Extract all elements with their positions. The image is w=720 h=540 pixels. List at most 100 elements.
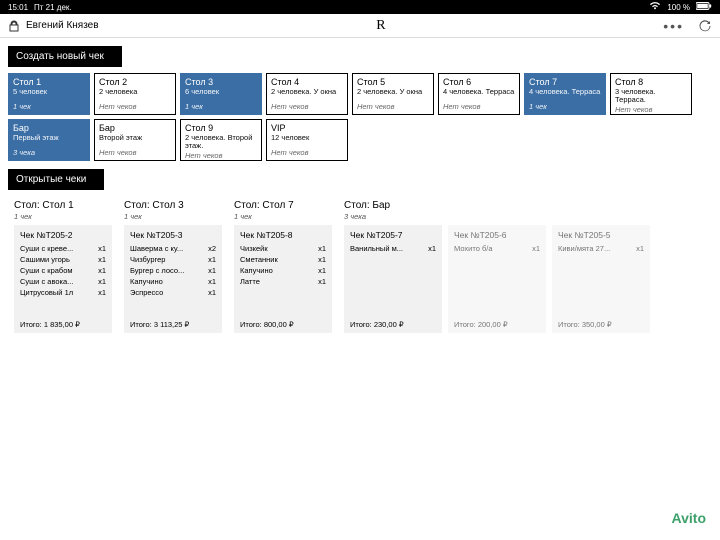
table-sub: Нет чеков (615, 105, 687, 114)
check-item: Суши с авока...x1 (20, 277, 106, 286)
check-card[interactable]: Чек №T205-5Киви/мята 27...x1Итого: 350,0… (552, 225, 650, 333)
check-item: Капучино x1 (130, 277, 216, 286)
section-header-new-check: Создать новый чек (8, 46, 122, 67)
check-item-qty: x2 (208, 244, 216, 253)
table-card[interactable]: Стол 74 человека. Терраса 1 чек (524, 73, 606, 115)
check-group: Стол: Стол 31 чекЧек №T205-3Шаверма с ку… (124, 200, 222, 333)
check-item-name: Латте (240, 277, 314, 286)
check-item-qty: x1 (318, 277, 326, 286)
check-group: Стол: Стол 11 чекЧек №T205-2Суши с креве… (14, 200, 112, 333)
section-header-open-checks: Открытые чеки (8, 169, 104, 190)
refresh-icon[interactable] (698, 19, 712, 33)
check-item-qty: x1 (318, 244, 326, 253)
table-card[interactable]: Стол 15 человек1 чек (8, 73, 90, 115)
table-sub: Нет чеков (99, 148, 171, 157)
checks-row: Чек №T205-7Ванильный м...x1Итого: 230,00… (344, 225, 650, 333)
check-item-name: Ванильный м... (350, 244, 424, 253)
table-sub: Нет чеков (271, 148, 343, 157)
check-item-name: Сашими угорь (20, 255, 94, 264)
more-icon[interactable]: ••• (663, 18, 684, 34)
check-item: Сашими угорьx1 (20, 255, 106, 264)
table-name: Стол 9 (185, 123, 257, 133)
check-item: Мохито б/аx1 (454, 244, 540, 253)
check-item-name: Сметанник (240, 255, 314, 264)
table-name: Стол 7 (529, 77, 601, 87)
table-card[interactable]: Стол 64 человека. Терраса Нет чеков (438, 73, 520, 115)
check-item: Чизбургерx1 (130, 255, 216, 264)
checks-row: Чек №T205-8Чизкейкx1Сметанникx1Капучиноx… (234, 225, 332, 333)
check-item-qty: x1 (208, 266, 216, 275)
table-sub: 3 чека (13, 148, 85, 157)
check-items: Суши с креве...x1Сашими угорьx1Суши с кр… (20, 244, 106, 314)
check-item: Чизкейкx1 (240, 244, 326, 253)
check-title: Чек №T205-5 (558, 230, 644, 240)
check-item-name: Чизбургер (130, 255, 204, 264)
table-desc: 2 человека (99, 88, 171, 96)
table-sub: Нет чеков (185, 151, 257, 160)
table-sub: Нет чеков (443, 102, 515, 111)
table-desc: 2 человека. Второй этаж. (185, 134, 257, 151)
check-total: Итого: 230,00 ₽ (350, 320, 436, 329)
check-group-title: Стол: Стол 7 (234, 200, 332, 211)
check-item: Цитрусовый 1лx1 (20, 288, 106, 297)
check-item-qty: x1 (636, 244, 644, 253)
table-name: Стол 3 (185, 77, 257, 87)
check-item-qty: x1 (208, 277, 216, 286)
table-name: VIP (271, 123, 343, 133)
check-item-qty: x1 (98, 266, 106, 275)
check-item-name: Цитрусовый 1л (20, 288, 94, 297)
check-item-qty: x1 (98, 244, 106, 253)
check-card[interactable]: Чек №T205-7Ванильный м...x1Итого: 230,00… (344, 225, 442, 333)
open-checks: Стол: Стол 11 чекЧек №T205-2Суши с креве… (0, 196, 720, 333)
table-card[interactable]: VIP12 человек Нет чеков (266, 119, 348, 161)
check-item: Суши с крабомx1 (20, 266, 106, 275)
check-group-sub: 3 чека (344, 212, 650, 221)
table-card[interactable]: Стол 83 человека. Терраса.Нет чеков (610, 73, 692, 115)
check-total: Итого: 3 113,25 ₽ (130, 320, 216, 329)
checks-row: Чек №T205-3Шаверма с ку...x2Чизбургерx1Б… (124, 225, 222, 333)
table-card[interactable]: БарПервый этаж3 чека (8, 119, 90, 161)
check-card[interactable]: Чек №T205-8Чизкейкx1Сметанникx1Капучиноx… (234, 225, 332, 333)
check-item: Киви/мята 27...x1 (558, 244, 644, 253)
check-card[interactable]: Чек №T205-3Шаверма с ку...x2Чизбургерx1Б… (124, 225, 222, 333)
table-card[interactable]: Стол 52 человека. У окнаНет чеков (352, 73, 434, 115)
status-time: 15:01 (8, 3, 28, 12)
table-desc: 5 человек (13, 88, 85, 96)
table-card[interactable]: Стол 22 человекаНет чеков (94, 73, 176, 115)
check-item: Бургер с лосо...x1 (130, 266, 216, 275)
check-item: Капучиноx1 (240, 266, 326, 275)
battery-icon (696, 2, 712, 12)
battery-text: 100 % (667, 3, 690, 12)
status-bar: 15:01 Пт 21 дек. 100 % (0, 0, 720, 14)
table-name: Стол 8 (615, 77, 687, 87)
table-name: Стол 6 (443, 77, 515, 87)
check-item-qty: x1 (428, 244, 436, 253)
check-title: Чек №T205-3 (130, 230, 216, 240)
check-group-sub: 1 чек (234, 212, 332, 221)
check-item: Эспрессоx1 (130, 288, 216, 297)
table-sub: 1 чек (185, 102, 257, 111)
check-item-name: Капучино (240, 266, 314, 275)
table-card[interactable]: Стол 42 человека. У окнаНет чеков (266, 73, 348, 115)
table-desc: Второй этаж (99, 134, 171, 142)
check-items: Мохито б/аx1 (454, 244, 540, 314)
table-card[interactable]: Стол 36 человек1 чек (180, 73, 262, 115)
table-sub: 1 чек (529, 102, 601, 111)
table-sub: 1 чек (13, 102, 85, 111)
check-card[interactable]: Чек №T205-6Мохито б/аx1Итого: 200,00 ₽ (448, 225, 546, 333)
table-desc: 4 человека. Терраса (443, 88, 515, 96)
check-item: Ванильный м... x1 (350, 244, 436, 253)
table-desc: 3 человека. Терраса. (615, 88, 687, 105)
table-desc: 2 человека. У окна (271, 88, 343, 96)
table-desc: 4 человека. Терраса (529, 88, 601, 96)
table-card[interactable]: БарВторой этажНет чеков (94, 119, 176, 161)
table-card[interactable]: Стол 92 человека. Второй этаж.Нет чеков (180, 119, 262, 161)
table-desc: 12 человек (271, 134, 343, 142)
check-group: Стол: Бар3 чекаЧек №T205-7Ванильный м...… (344, 200, 650, 333)
check-item: Суши с креве...x1 (20, 244, 106, 253)
check-total: Итого: 1 835,00 ₽ (20, 320, 106, 329)
lock-icon[interactable] (8, 20, 20, 32)
check-card[interactable]: Чек №T205-2Суши с креве...x1Сашими угорь… (14, 225, 112, 333)
check-item-name: Капучино (130, 277, 204, 286)
user-name[interactable]: Евгений Князев (26, 20, 99, 31)
